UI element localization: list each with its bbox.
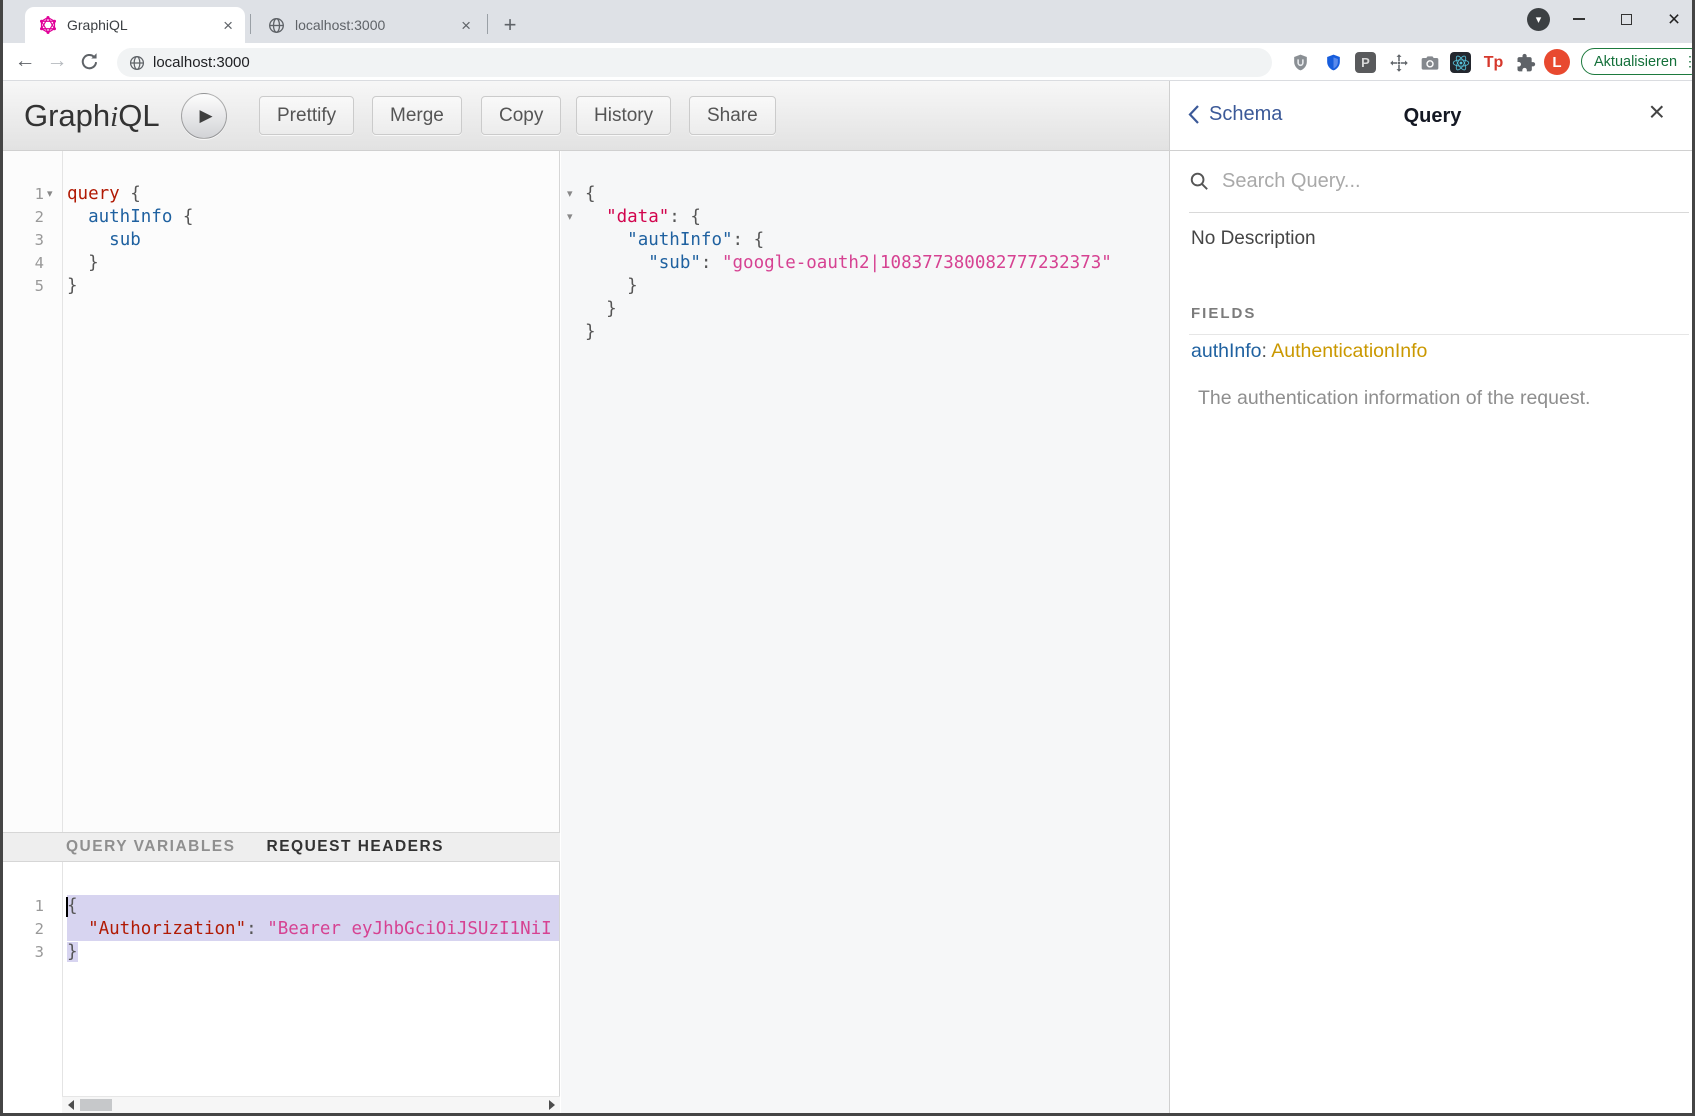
graphiql-favicon-icon	[39, 16, 57, 34]
fold-arrow-icon[interactable]: ▾	[47, 187, 53, 200]
tab-request-headers[interactable]: REQUEST HEADERS	[267, 838, 445, 856]
fold-arrow-icon[interactable]: ▾	[567, 210, 573, 223]
share-button[interactable]: Share	[689, 96, 776, 135]
globe-icon	[267, 16, 285, 34]
tp-extension-icon[interactable]: Tp	[1481, 50, 1506, 75]
horizontal-scrollbar[interactable]	[62, 1096, 560, 1113]
doc-fields-label: FIELDS	[1191, 305, 1256, 322]
new-tab-button[interactable]: +	[498, 13, 522, 37]
move-tool-extension-icon[interactable]	[1386, 50, 1411, 75]
doc-no-description: No Description	[1191, 228, 1316, 250]
fields-divider	[1189, 334, 1689, 335]
download-status-icon[interactable]: ▾	[1527, 8, 1550, 31]
copy-button[interactable]: Copy	[481, 96, 561, 135]
refresh-page-button[interactable]: Aktualisieren ⋮	[1581, 48, 1695, 75]
back-button[interactable]: ←	[10, 46, 40, 76]
scroll-left-arrow[interactable]	[62, 1097, 79, 1113]
merge-button[interactable]: Merge	[372, 96, 462, 135]
query-code[interactable]: query { authInfo { sub }}	[67, 183, 559, 298]
browser-tab-localhost[interactable]: localhost:3000 ×	[253, 7, 483, 43]
doc-search-input[interactable]	[1222, 170, 1602, 193]
query-line-numbers: 12345	[0, 183, 44, 298]
play-icon: ▶	[199, 106, 212, 126]
prettify-button[interactable]: Prettify	[259, 96, 354, 135]
extensions-puzzle-icon[interactable]	[1513, 50, 1538, 75]
browser-tab-strip: GraphiQL × localhost:3000 × + ▾ ×	[0, 0, 1695, 43]
profile-avatar[interactable]: L	[1544, 49, 1570, 75]
field-name-link[interactable]: authInfo	[1191, 340, 1261, 362]
fold-arrow-icon[interactable]: ▾	[567, 187, 573, 200]
tab-title: localhost:3000	[295, 17, 453, 33]
p-extension-icon[interactable]: P	[1353, 50, 1378, 75]
window-minimize-button[interactable]	[1562, 4, 1596, 34]
browser-tab-graphiql[interactable]: GraphiQL ×	[25, 7, 245, 43]
gutter-separator	[62, 151, 63, 833]
gutter-separator	[62, 862, 63, 1096]
tab-query-variables[interactable]: QUERY VARIABLES	[66, 838, 236, 856]
headers-code[interactable]: { "Authorization": "Bearer eyJhbGciOiJSU…	[67, 895, 559, 964]
bitwarden-extension-icon[interactable]	[1321, 50, 1346, 75]
text-cursor	[66, 897, 68, 917]
search-icon	[1189, 171, 1210, 192]
field-description: The authentication information of the re…	[1198, 387, 1590, 410]
doc-field-row: authInfo: AuthenticationInfo	[1191, 340, 1427, 363]
field-type-link[interactable]: AuthenticationInfo	[1271, 340, 1427, 362]
tab-close-icon[interactable]: ×	[223, 17, 233, 34]
tab-divider	[250, 14, 251, 34]
browser-window: GraphiQL × localhost:3000 × + ▾ × ← →	[0, 0, 1695, 1116]
scrollbar-thumb[interactable]	[80, 1099, 112, 1111]
doc-close-button[interactable]: ×	[1649, 98, 1665, 126]
response-viewer: ▾ ▾ { "data": { "authInfo": { "sub": "go…	[561, 151, 1169, 1116]
graphiql-logo: GraphiQL	[24, 98, 160, 134]
camera-extension-icon[interactable]	[1417, 50, 1442, 75]
ublock-extension-icon[interactable]	[1288, 50, 1313, 75]
tab-close-icon[interactable]: ×	[461, 17, 471, 34]
scroll-right-arrow[interactable]	[543, 1097, 560, 1113]
request-headers-editor[interactable]: 123 { "Authorization": "Bearer eyJhbGciO…	[0, 862, 560, 1096]
menu-dots-icon[interactable]: ⋮	[1683, 53, 1695, 70]
headers-line-numbers: 123	[0, 895, 44, 964]
window-close-button[interactable]: ×	[1657, 4, 1691, 34]
url-text: localhost:3000	[153, 54, 250, 71]
doc-explorer-header: Schema Query ×	[1170, 81, 1695, 151]
doc-explorer-panel: Schema Query × No Description FIELDS aut…	[1169, 81, 1695, 1116]
response-code: { "data": { "authInfo": { "sub": "google…	[585, 183, 1169, 344]
query-editor[interactable]: 12345 ▾ query { authInfo { sub }}	[0, 151, 560, 833]
window-maximize-button[interactable]	[1609, 4, 1643, 34]
tab-title: GraphiQL	[67, 17, 215, 33]
react-devtools-extension-icon[interactable]	[1448, 50, 1473, 75]
execute-query-button[interactable]: ▶	[181, 93, 227, 139]
reload-button[interactable]	[74, 46, 104, 76]
forward-button[interactable]: →	[42, 46, 72, 76]
doc-search-row	[1189, 151, 1689, 213]
address-bar[interactable]: localhost:3000	[117, 48, 1272, 77]
globe-icon	[129, 55, 145, 71]
history-button[interactable]: History	[576, 96, 671, 135]
secondary-editor-tabbar: QUERY VARIABLES REQUEST HEADERS	[0, 832, 560, 862]
tab-divider	[487, 14, 488, 34]
doc-explorer-title: Query	[1170, 105, 1695, 128]
